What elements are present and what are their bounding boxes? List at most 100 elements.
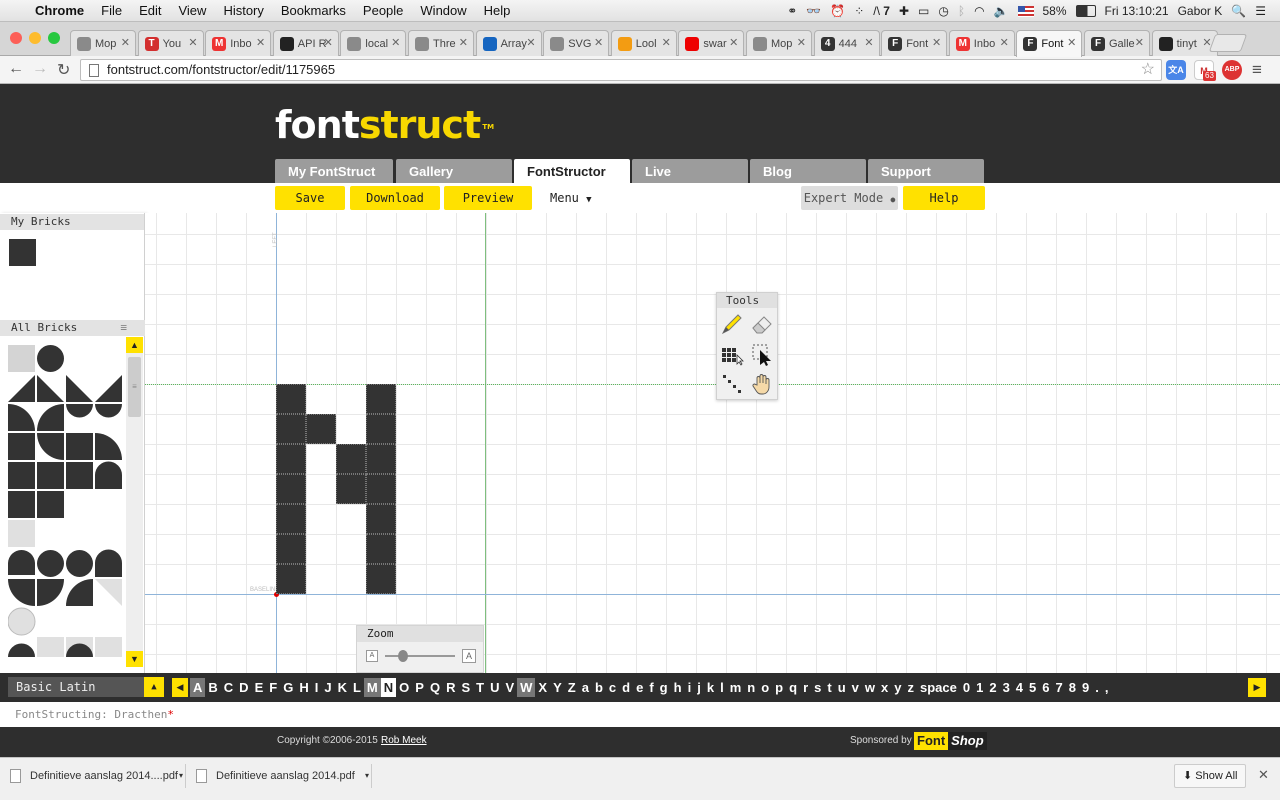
character-cell[interactable]: w	[862, 678, 878, 697]
zoom-in-icon[interactable]: A	[462, 649, 476, 663]
line-icon[interactable]	[718, 370, 746, 398]
alarm-icon[interactable]: ⏰	[830, 4, 845, 18]
chrome-menu-icon[interactable]: ≡	[1252, 60, 1262, 80]
link-icon[interactable]: ⚭	[787, 4, 797, 18]
close-tab-icon[interactable]: ✕	[526, 36, 535, 49]
char-scroll-right-icon[interactable]: ▶	[1248, 678, 1266, 697]
menu-help[interactable]: Help	[484, 3, 511, 18]
translate-icon[interactable]: 文A	[1166, 60, 1186, 80]
nav-fontstructor[interactable]: FontStructor	[514, 159, 630, 183]
show-all-downloads-button[interactable]: ⬇ Show All	[1174, 764, 1247, 788]
brick-round-f[interactable]	[37, 462, 64, 489]
character-cell[interactable]: 2	[986, 678, 999, 697]
character-cell[interactable]: 4	[1013, 678, 1026, 697]
close-tab-icon[interactable]: ✕	[391, 36, 400, 49]
brick-blank[interactable]	[8, 345, 35, 372]
brick-round-j[interactable]	[37, 491, 64, 518]
character-cell[interactable]: W	[517, 678, 536, 697]
brick-scrollbar[interactable]: ▲ ≡ ▼	[126, 337, 143, 667]
character-cell[interactable]: m	[727, 678, 745, 697]
glasses-icon[interactable]: 👓	[806, 4, 821, 18]
download-button[interactable]: Download	[350, 186, 440, 210]
fontstruct-logo[interactable]: fontstruct TM	[275, 102, 494, 148]
character-cell[interactable]: J	[321, 678, 334, 697]
nav-my-fontstruct[interactable]: My FontStruct	[275, 159, 393, 183]
character-cell[interactable]: N	[380, 678, 397, 697]
help-button[interactable]: Help	[903, 186, 985, 210]
brick-light-c[interactable]	[37, 637, 64, 657]
character-cell[interactable]: b	[592, 678, 606, 697]
brick-round-h[interactable]	[95, 461, 122, 490]
airplay-icon[interactable]: ▭	[918, 4, 929, 18]
browser-tab[interactable]: local ✕	[340, 30, 407, 56]
nav-gallery[interactable]: Gallery	[396, 159, 512, 183]
scroll-down-arrow-icon[interactable]: ▼	[126, 651, 143, 667]
character-cell[interactable]: 6	[1039, 678, 1052, 697]
glyph-brick[interactable]	[366, 474, 396, 504]
browser-tab[interactable]: F Font ✕	[881, 30, 948, 56]
brick-half-a[interactable]	[66, 404, 93, 418]
close-tab-icon[interactable]: ✕	[932, 36, 941, 49]
brick-round-e[interactable]	[8, 462, 35, 489]
brick-dome-a[interactable]	[8, 550, 35, 575]
character-cell[interactable]: E	[252, 678, 267, 697]
browser-tab[interactable]: Array ✕	[475, 30, 542, 56]
close-tab-icon[interactable]: ✕	[797, 36, 806, 49]
character-cell[interactable]: X	[535, 678, 550, 697]
glyph-brick[interactable]	[276, 384, 306, 414]
battery-percent[interactable]: 58%	[1043, 4, 1067, 18]
grid-select-icon[interactable]	[718, 340, 746, 368]
glyph-brick[interactable]	[336, 444, 366, 474]
character-cell[interactable]: G	[280, 678, 296, 697]
brick-half-b[interactable]	[95, 404, 122, 418]
adblock-icon[interactable]: ABP	[1222, 60, 1242, 80]
browser-tab[interactable]: T You ✕	[137, 30, 204, 56]
character-cell[interactable]: i	[685, 678, 695, 697]
select-arrow-icon[interactable]	[748, 340, 776, 368]
browser-tab[interactable]: tinyt ✕	[1151, 30, 1218, 56]
my-brick-square[interactable]	[9, 239, 36, 266]
close-window-icon[interactable]	[10, 32, 22, 44]
glyph-brick[interactable]	[306, 414, 336, 444]
glyph-brick[interactable]	[366, 534, 396, 564]
close-tab-icon[interactable]: ✕	[188, 36, 197, 49]
character-cell[interactable]: s	[811, 678, 824, 697]
character-cell[interactable]: 8	[1066, 678, 1079, 697]
close-downloads-icon[interactable]: ✕	[1258, 767, 1269, 783]
menu-file[interactable]: File	[101, 3, 122, 18]
notification-icon[interactable]: /\ 7	[873, 4, 890, 18]
menu-people[interactable]: People	[363, 3, 403, 18]
zoom-slider-track[interactable]	[385, 655, 455, 657]
character-cell[interactable]: o	[758, 678, 772, 697]
brick-quarter-b[interactable]	[37, 404, 64, 431]
close-tab-icon[interactable]: ✕	[729, 36, 738, 49]
character-cell[interactable]: D	[236, 678, 251, 697]
browser-tab[interactable]: SVG ✕	[543, 30, 610, 56]
brick-triangle-a[interactable]	[8, 375, 35, 402]
character-cell[interactable]: 7	[1053, 678, 1066, 697]
address-bar[interactable]: fontstruct.com/fontstructor/edit/1175965…	[80, 59, 1162, 81]
menu-dropdown[interactable]: Menu ▼	[550, 186, 592, 210]
download-menu-icon[interactable]: ▾	[179, 764, 183, 788]
browser-tab[interactable]: Lool ✕	[610, 30, 677, 56]
close-tab-icon[interactable]: ✕	[256, 36, 265, 49]
browser-tab[interactable]: swar ✕	[678, 30, 745, 56]
wifi-icon[interactable]: ◠	[974, 4, 984, 18]
brick-rounded-c[interactable]	[66, 433, 93, 460]
character-cell[interactable]: t	[824, 678, 834, 697]
download-item[interactable]: Definitieve aanslag 2014.pdf ▾	[186, 764, 372, 788]
character-cell[interactable]: p	[772, 678, 786, 697]
glyph-brick[interactable]	[366, 384, 396, 414]
character-cell[interactable]: Q	[427, 678, 443, 697]
spotlight-icon[interactable]: 🔍	[1231, 4, 1246, 18]
eraser-icon[interactable]	[748, 310, 776, 338]
character-cell[interactable]: 1	[973, 678, 986, 697]
character-cell[interactable]: 3	[1000, 678, 1013, 697]
author-link[interactable]: Rob Meek	[381, 735, 427, 746]
char-scroll-left-icon[interactable]: ◀	[172, 678, 188, 697]
character-cell[interactable]: q	[786, 678, 800, 697]
character-cell[interactable]: H	[296, 678, 311, 697]
brick-triangle-d[interactable]	[95, 375, 122, 402]
scroll-thumb[interactable]: ≡	[128, 357, 141, 417]
character-cell[interactable]: 9	[1079, 678, 1092, 697]
